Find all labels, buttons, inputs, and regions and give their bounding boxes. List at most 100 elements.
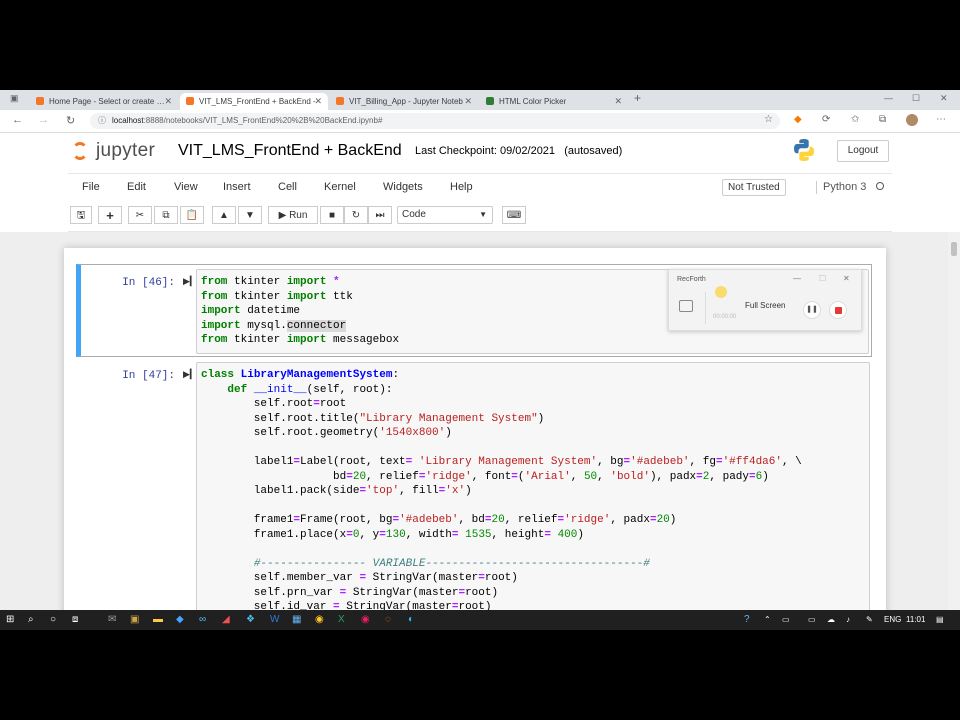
cloud-icon[interactable]: ☁ [827, 614, 835, 626]
window-close-icon[interactable]: ✕ [940, 93, 948, 104]
close-tab-icon[interactable]: ✕ [464, 93, 472, 110]
windows-start-icon[interactable]: ⊞ [6, 614, 14, 626]
trust-button[interactable]: Not Trusted [722, 179, 786, 196]
extension-icon[interactable]: ◆ [794, 114, 802, 125]
app-tray-icon[interactable]: ▭ [782, 614, 790, 626]
code-text: class LibraryManagementSystem: def __ini… [201, 369, 802, 610]
notebook-title[interactable]: VIT_LMS_FrontEnd + BackEnd [178, 142, 402, 160]
collections-icon[interactable]: ⧉ [879, 114, 886, 125]
excel-icon[interactable]: X [338, 614, 345, 626]
store-icon[interactable]: ▣ [130, 614, 139, 626]
menu-help[interactable]: Help [450, 181, 473, 193]
cell-type-select[interactable]: Code ▼ [397, 206, 493, 224]
browser-tab-strip: ▣ Home Page - Select or create a n ✕ VIT… [0, 90, 960, 110]
maximize-icon[interactable]: ☐ [912, 93, 920, 104]
paste-button[interactable]: 📋 [180, 206, 204, 224]
stop-recording-button[interactable] [829, 301, 847, 319]
kernel-idle-icon [876, 182, 884, 190]
notifications-icon[interactable]: ▤ [936, 614, 944, 626]
command-palette-button[interactable]: ⌨ [502, 206, 526, 224]
more-options-icon[interactable]: ⋯ [936, 114, 946, 125]
app-icon[interactable]: ❖ [246, 614, 255, 626]
checkpoint-status: Last Checkpoint: 09/02/2021 (autosaved) [415, 145, 623, 157]
run-button[interactable]: ▶ Run [268, 206, 318, 224]
restart-run-all-button[interactable]: ⏭ [368, 206, 392, 224]
save-button[interactable]: 🖫 [70, 206, 92, 224]
dropbox-icon[interactable]: ◆ [176, 614, 184, 626]
language-indicator[interactable]: ENG [884, 614, 901, 626]
recorder-timer: 00:00:00 [713, 314, 737, 320]
menu-view[interactable]: View [174, 181, 198, 193]
minimize-icon[interactable]: — [884, 93, 893, 103]
browser-tab-active[interactable]: VIT_LMS_FrontEnd + BackEnd - ✕ [180, 93, 328, 110]
move-down-button[interactable]: ▼ [238, 206, 262, 224]
url-input[interactable]: ⓘ localhost:8888/notebooks/VIT_LMS_FrontE… [90, 113, 780, 129]
jupyter-favicon-icon [186, 97, 194, 105]
favorite-star-icon[interactable]: ☆ [764, 114, 773, 125]
interrupt-button[interactable]: ■ [320, 206, 344, 224]
insert-cell-button[interactable]: + [98, 206, 122, 224]
edge-icon[interactable]: ◐ [408, 614, 414, 626]
clock[interactable]: 11:01 [906, 614, 925, 626]
logout-button[interactable]: Logout [837, 140, 889, 162]
close-tab-icon[interactable]: ✕ [164, 93, 172, 110]
mouse-cursor-highlight [715, 286, 727, 298]
tab-actions-icon[interactable]: ▣ [10, 93, 19, 104]
profile-avatar[interactable] [906, 114, 918, 126]
copy-button[interactable]: ⧉ [154, 206, 178, 224]
cell-marker-icon: ▶▎ [183, 276, 197, 286]
menu-cell[interactable]: Cell [278, 181, 297, 193]
menu-widgets[interactable]: Widgets [383, 181, 423, 193]
close-tab-icon[interactable]: ✕ [314, 93, 322, 110]
refresh-icon[interactable]: ↻ [66, 114, 75, 127]
kernel-name: Python 3 [823, 181, 867, 193]
menu-file[interactable]: File [82, 181, 100, 193]
show-hidden-icons[interactable]: ⌃ [764, 614, 771, 626]
scrollbar-thumb[interactable] [951, 242, 957, 256]
link-app-icon[interactable]: ∞ [199, 614, 206, 626]
move-up-button[interactable]: ▲ [212, 206, 236, 224]
new-tab-button[interactable]: + [634, 91, 641, 105]
sync-icon[interactable]: ⟳ [822, 114, 830, 125]
task-view-icon[interactable]: ⧈ [72, 614, 78, 626]
back-icon[interactable]: ← [12, 114, 23, 126]
jupyter-icon[interactable]: ◌ [385, 614, 391, 626]
info-icon[interactable]: ⓘ [98, 116, 106, 125]
jupyter-logo[interactable]: jupyter [72, 138, 168, 166]
help-icon[interactable]: ? [744, 614, 750, 626]
app-icon[interactable]: ◢ [222, 614, 230, 626]
browser-tab[interactable]: VIT_Billing_App - Jupyter Noteb ✕ [330, 93, 478, 110]
cortana-icon[interactable]: ○ [50, 614, 56, 626]
file-explorer-icon[interactable]: ▬ [153, 614, 163, 626]
chrome-icon[interactable]: ◉ [315, 614, 324, 626]
menu-insert[interactable]: Insert [223, 181, 251, 193]
vertical-scrollbar[interactable] [948, 232, 960, 610]
recorder-widget[interactable]: RecForth — ☐ ✕ Full Screen 00:00:00 ❚❚ [668, 269, 862, 331]
close-tab-icon[interactable]: ✕ [614, 93, 622, 110]
recorder-close-icon[interactable]: ✕ [843, 274, 850, 283]
restart-icon: ↻ [351, 210, 361, 221]
restart-button[interactable]: ↻ [344, 206, 368, 224]
recorder-title: RecForth [677, 276, 706, 283]
recorder-minimize-icon[interactable]: — [793, 274, 801, 283]
volume-icon[interactable]: ♪ [846, 614, 850, 626]
forward-icon[interactable]: → [38, 114, 49, 126]
code-editor[interactable]: class LibraryManagementSystem: def __ini… [196, 362, 870, 610]
network-icon[interactable]: ▭ [808, 614, 816, 626]
search-icon[interactable]: ⌕ [28, 614, 34, 626]
mail-icon[interactable]: ✉ [108, 614, 116, 626]
pause-button[interactable]: ❚❚ [803, 301, 821, 319]
recorder-maximize-icon[interactable]: ☐ [819, 274, 826, 283]
app-icon[interactable]: ▦ [292, 614, 301, 626]
browser-tab[interactable]: HTML Color Picker ✕ [480, 93, 628, 110]
browser-tab[interactable]: Home Page - Select or create a n ✕ [30, 93, 178, 110]
word-icon[interactable]: W [270, 614, 279, 626]
cut-button[interactable]: ✂ [128, 206, 152, 224]
code-cell[interactable]: In [47]: ▶▎ class LibraryManagementSyste… [76, 358, 872, 610]
favorites-icon[interactable]: ✩ [851, 114, 859, 125]
pen-icon[interactable]: ✎ [866, 614, 873, 626]
menu-kernel[interactable]: Kernel [324, 181, 356, 193]
recorder-save-icon[interactable] [679, 300, 693, 312]
menu-edit[interactable]: Edit [127, 181, 146, 193]
recorder-icon[interactable]: ◉ [361, 614, 370, 626]
